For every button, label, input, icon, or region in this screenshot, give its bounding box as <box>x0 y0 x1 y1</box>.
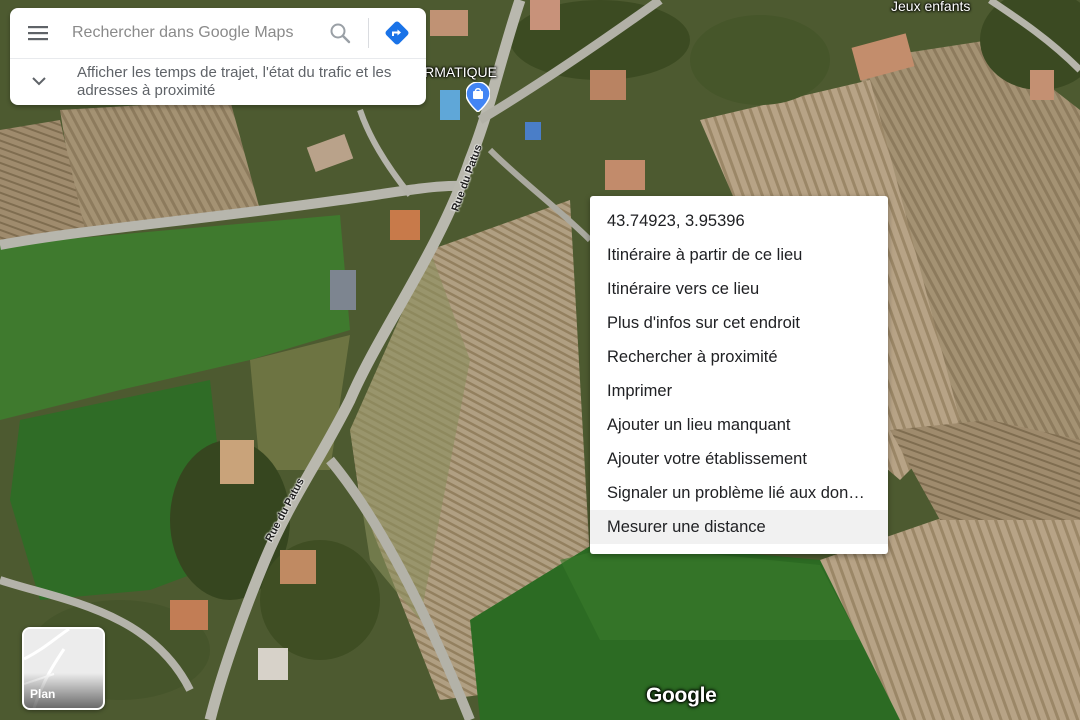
poi-label[interactable]: DRMATIQUE <box>414 64 497 80</box>
search-icon[interactable] <box>328 21 352 45</box>
layer-switcher-button[interactable]: Plan <box>22 627 105 710</box>
search-bar <box>10 8 426 58</box>
map-context-menu: 43.74923, 3.95396 Itinéraire à partir de… <box>590 196 888 554</box>
menu-item-coordinates[interactable]: 43.74923, 3.95396 <box>590 204 888 238</box>
menu-item-add-missing-place[interactable]: Ajouter un lieu manquant <box>590 408 888 442</box>
menu-item-more-info[interactable]: Plus d'infos sur cet endroit <box>590 306 888 340</box>
google-logo: Google <box>646 684 717 707</box>
search-input[interactable] <box>72 18 312 48</box>
menu-item-search-nearby[interactable]: Rechercher à proximité <box>590 340 888 374</box>
search-divider <box>368 18 369 48</box>
search-panel: Afficher les temps de trajet, l'état du … <box>10 8 426 105</box>
travel-info-hint[interactable]: Afficher les temps de trajet, l'état du … <box>77 64 407 100</box>
menu-item-directions-from[interactable]: Itinéraire à partir de ce lieu <box>590 238 888 272</box>
search-panel-divider <box>10 58 426 59</box>
satellite-map[interactable] <box>0 0 1080 720</box>
shopping-pin-icon[interactable] <box>466 82 490 112</box>
directions-icon[interactable] <box>384 20 410 46</box>
menu-item-report-data-problem[interactable]: Signaler un problème lié aux données car… <box>590 476 888 510</box>
place-label-jeux-enfants[interactable]: Jeux enfants <box>891 0 970 14</box>
chevron-down-icon[interactable] <box>30 74 48 88</box>
menu-item-measure-distance[interactable]: Mesurer une distance <box>590 510 888 544</box>
menu-item-print[interactable]: Imprimer <box>590 374 888 408</box>
layer-switcher-label: Plan <box>30 687 56 701</box>
hamburger-menu-icon[interactable] <box>26 24 50 42</box>
menu-item-directions-to[interactable]: Itinéraire vers ce lieu <box>590 272 888 306</box>
menu-item-add-business[interactable]: Ajouter votre établissement <box>590 442 888 476</box>
